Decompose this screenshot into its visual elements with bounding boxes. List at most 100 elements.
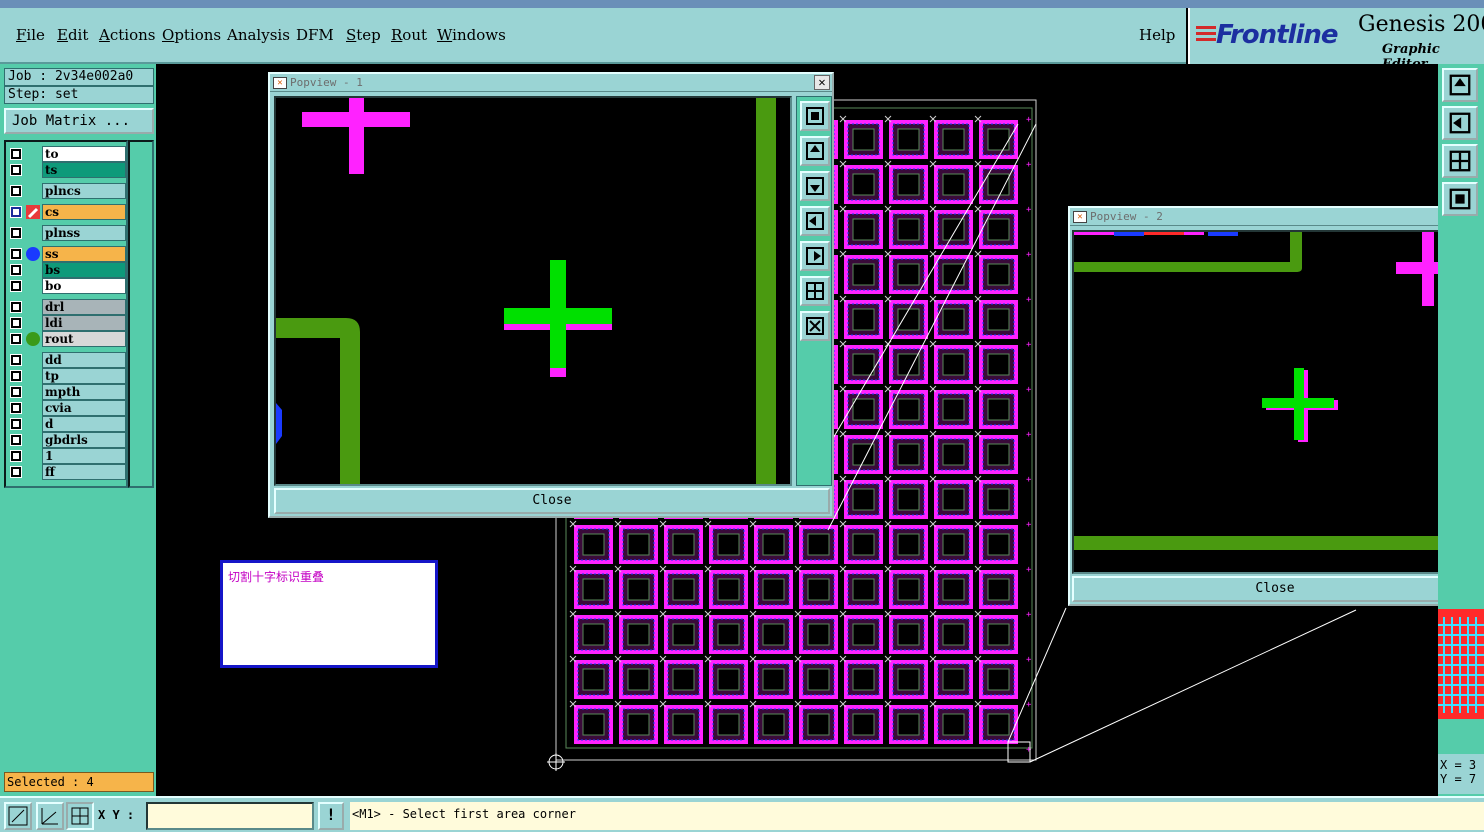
popview-2-titlebar[interactable]: ✕ Popview - 2 ✕ [1070,208,1480,226]
pan-left-icon [1449,112,1471,134]
layer-row-plncs[interactable]: plncs [8,183,126,199]
zoom-link-line [1029,609,1357,763]
pan-left-button[interactable] [1442,106,1478,140]
job-label: Job : 2v34e002a0 [4,68,154,86]
layer-row-bs[interactable]: bs [8,262,126,278]
zoom-area-button[interactable] [4,802,32,830]
alert-button[interactable]: ! [318,802,344,830]
menu-edit[interactable]: Edit [57,26,88,44]
popview-2-window: ✕ Popview - 2 ✕ Close [1068,206,1482,606]
cursor-x: X = 3 [1440,758,1477,772]
menu-rout[interactable]: Rout [391,26,427,44]
zoom-home-button[interactable] [800,101,830,131]
layer-row-ss[interactable]: ss [8,246,126,262]
layer-row-ff[interactable]: ff [8,464,126,480]
zoom-out-button[interactable] [800,311,830,341]
menu-step[interactable]: Step [346,26,381,44]
job-matrix-button[interactable]: Job Matrix ... [4,108,154,134]
xy-label: X Y : [98,808,135,822]
popview-1-titlebar[interactable]: ✕ Popview - 1 ✕ [270,74,832,92]
layer-list-scrollbar[interactable] [128,140,154,488]
layer-row-dd[interactable]: dd [8,352,126,368]
layer-row-rout[interactable]: rout [8,331,126,347]
layer-row-ts[interactable]: ts [8,162,126,178]
layer-checkbox[interactable] [10,148,22,160]
layer-row-bo[interactable]: bo [8,278,126,294]
layer-row-d[interactable]: d [8,416,126,432]
popview-1-title: Popview - 1 [290,76,363,89]
layer-row-ldi[interactable]: ldi [8,315,126,331]
blue-dot-icon [26,247,40,261]
mini-map[interactable] [1438,609,1484,719]
layer-checkbox[interactable] [10,402,22,414]
layer-row-gbdrls[interactable]: gbdrls [8,432,126,448]
layer-name: ff [42,464,126,480]
measure-button[interactable] [36,802,64,830]
grid-snap-button[interactable] [66,802,94,830]
menu-actions[interactable]: Actions [99,26,155,44]
popview-2-canvas[interactable] [1072,230,1442,574]
layer-row-drl[interactable]: drl [8,299,126,315]
menu-windows[interactable]: Windows [437,26,506,44]
layer-checkbox[interactable] [10,317,22,329]
layer-row-mpth[interactable]: mpth [8,384,126,400]
popview-2-close-button[interactable]: Close [1072,576,1478,602]
layer-name: to [42,146,126,162]
layer-checkbox[interactable] [10,466,22,478]
plus-marker: + [1026,430,1032,440]
layer-checkbox[interactable] [10,450,22,462]
layer-checkbox[interactable] [10,264,22,276]
menu-analysis[interactable]: Analysis [227,26,290,44]
menu-options[interactable]: Options [162,26,221,44]
layer-checkbox[interactable] [10,206,22,218]
layer-row-cs[interactable]: cs [8,204,126,220]
popview-2-title: Popview - 2 [1090,210,1163,223]
layer-row-to[interactable]: to [8,146,126,162]
cross-mark-green [550,260,566,368]
menu-file[interactable]: File [16,26,45,44]
zoom-home-button[interactable] [1442,182,1478,216]
menu-bar: File Edit Actions Options Analysis DFM S… [0,8,1186,64]
plus-marker: + [1026,520,1032,530]
pan-left-icon [806,212,824,230]
layer-checkbox[interactable] [10,333,22,345]
layer-checkbox[interactable] [10,301,22,313]
layer-checkbox[interactable] [10,370,22,382]
zoom-in-button[interactable] [800,276,830,306]
layer-checkbox[interactable] [10,227,22,239]
frontline-logo-icon [1196,26,1216,48]
layer-row-1[interactable]: 1 [8,448,126,464]
layer-checkbox[interactable] [10,280,22,292]
pan-right-button[interactable] [800,241,830,271]
xy-input[interactable] [146,802,314,830]
layer-row-cvia[interactable]: cvia [8,400,126,416]
layer-checkbox[interactable] [10,164,22,176]
menu-help[interactable]: Help [1139,26,1175,44]
popview-1-canvas[interactable] [274,96,792,486]
pan-down-button[interactable] [800,171,830,201]
window-menu-icon[interactable]: ✕ [273,77,287,89]
layer-row-plnss[interactable]: plnss [8,225,126,241]
layer-checkbox[interactable] [10,418,22,430]
popview-1-close-icon[interactable]: ✕ [814,75,830,90]
pan-left-button[interactable] [800,206,830,236]
layer-checkbox[interactable] [10,354,22,366]
menu-dfm[interactable]: DFM [296,26,334,44]
layer-name: ss [42,246,126,262]
layer-checkbox[interactable] [10,434,22,446]
pad-blue [276,403,282,444]
popview-1-close-button[interactable]: Close [274,488,830,514]
layer-name: cvia [42,400,126,416]
window-menu-icon[interactable]: ✕ [1073,211,1087,223]
layer-checkbox[interactable] [10,185,22,197]
layer-row-tp[interactable]: tp [8,368,126,384]
pan-up-button[interactable] [1442,68,1478,102]
layer-checkbox[interactable] [10,386,22,398]
rout-line [756,98,776,484]
layer-name: dd [42,352,126,368]
pan-up-button[interactable] [800,136,830,166]
layer-name: 1 [42,448,126,464]
zoom-home-icon [806,107,824,125]
layer-checkbox[interactable] [10,248,22,260]
zoom-in-button[interactable] [1442,144,1478,178]
